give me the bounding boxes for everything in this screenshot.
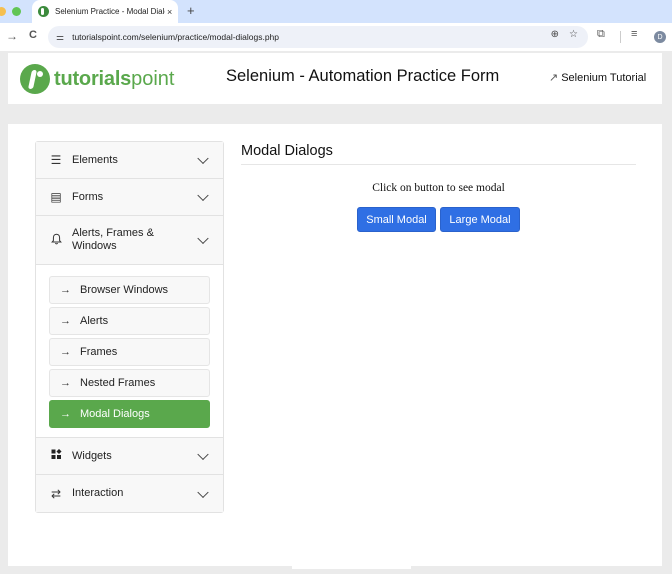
logo-mark-icon: [20, 64, 50, 94]
site-info-icon[interactable]: ⚌: [56, 32, 64, 43]
sidebar-accordion: ☰ Elements ▤ Forms Alerts, Frames & Wind…: [35, 141, 224, 513]
arrow-right-icon: →: [60, 377, 71, 389]
arrow-right-icon: →: [60, 284, 71, 296]
tutorialspoint-logo[interactable]: tutorials point: [20, 64, 174, 94]
arrow-right-icon: →: [60, 408, 71, 420]
media-controls-icon[interactable]: ≡: [631, 28, 637, 40]
bell-icon: [49, 233, 63, 248]
logo-text-light: point: [131, 67, 175, 90]
bottom-strip: [292, 566, 411, 569]
sidebar-section-forms[interactable]: ▤ Forms: [36, 179, 223, 216]
zoom-icon[interactable]: ⊕: [551, 29, 559, 40]
address-bar[interactable]: ⚌ tutorialspoint.com/selenium/practice/m…: [48, 26, 588, 48]
browser-tab[interactable]: Selenium Practice - Modal Dialogs ×: [32, 0, 178, 23]
sidebar-section-label: Alerts, Frames & Windows: [72, 227, 154, 252]
sidebar-section-interaction[interactable]: ⇄ Interaction: [36, 475, 223, 512]
chevron-down-icon: [197, 232, 209, 245]
chevron-down-icon: [197, 189, 209, 202]
page-title: Selenium - Automation Practice Form: [226, 67, 500, 85]
sidebar-section-label: Widgets: [72, 449, 112, 462]
logo-text-bold: tutorials: [54, 67, 132, 90]
extensions-puzzle-icon[interactable]: ⧉: [597, 28, 605, 41]
sidebar-section-alerts-frames-windows[interactable]: Alerts, Frames & Windows: [36, 216, 223, 265]
list-card-icon: ▤: [50, 190, 62, 204]
alerts-frames-windows-panel: → Browser Windows → Alerts → Frames → Ne…: [36, 265, 223, 438]
sidebar-section-label: Interaction: [72, 487, 124, 499]
sidebar-section-label: Forms: [72, 190, 104, 203]
sidebar-item-alerts[interactable]: → Alerts: [49, 307, 210, 335]
sidebar-item-frames[interactable]: → Frames: [49, 338, 210, 366]
small-modal-button[interactable]: Small Modal: [357, 207, 436, 232]
large-modal-button[interactable]: Large Modal: [440, 207, 520, 232]
sidebar-item-nested-frames[interactable]: → Nested Frames: [49, 369, 210, 397]
tab-close-icon[interactable]: ×: [167, 7, 172, 17]
bookmark-star-icon[interactable]: ☆: [569, 29, 578, 40]
sidebar-item-label: Browser Windows: [80, 284, 169, 296]
profile-avatar[interactable]: D: [654, 31, 666, 43]
sidebar-item-label: Alerts: [80, 315, 109, 327]
sidebar-section-label: Elements: [72, 153, 118, 166]
url-text[interactable]: tutorialspoint.com/selenium/practice/mod…: [72, 32, 279, 42]
sidebar-item-modal-dialogs[interactable]: → Modal Dialogs: [49, 400, 210, 428]
sidebar-section-widgets[interactable]: Widgets: [36, 438, 223, 475]
swap-arrows-icon: ⇄: [50, 486, 62, 501]
toolbar-divider: [620, 31, 621, 43]
forward-arrow-icon[interactable]: →: [6, 29, 18, 43]
tutorialspoint-favicon-icon: [38, 6, 49, 17]
tab-title: Selenium Practice - Modal Dialogs: [55, 7, 165, 16]
sidebar-item-label: Frames: [80, 346, 118, 358]
arrow-right-icon: →: [60, 346, 71, 358]
modal-button-group: Small Modal Large Modal: [357, 207, 520, 232]
selenium-tutorial-label: Selenium Tutorial: [561, 71, 647, 84]
external-link-icon: ↗: [549, 72, 559, 84]
window-minimize-button[interactable]: [0, 7, 6, 16]
sidebar-item-label: Nested Frames: [80, 377, 156, 389]
chevron-down-icon: [197, 448, 209, 461]
heading-divider: [241, 164, 636, 165]
instruction-text: Click on button to see modal: [372, 182, 505, 194]
browser-toolbar: → C ⚌ tutorialspoint.com/selenium/practi…: [0, 23, 672, 51]
site-header: tutorials point Selenium - Automation Pra…: [8, 53, 662, 104]
section-heading: Modal Dialogs: [241, 143, 333, 159]
hamburger-icon: ☰: [50, 153, 62, 167]
chevron-down-icon: [197, 152, 209, 165]
chevron-down-icon: [197, 486, 209, 498]
arrow-right-icon: →: [60, 315, 71, 327]
selenium-tutorial-link[interactable]: ↗ Selenium Tutorial: [549, 71, 647, 85]
browser-tab-strip: Selenium Practice - Modal Dialogs × +: [0, 0, 672, 23]
sidebar-item-label: Modal Dialogs: [80, 408, 150, 420]
window-maximize-button[interactable]: [12, 7, 21, 16]
reload-icon[interactable]: C: [29, 29, 37, 41]
sidebar-section-elements[interactable]: ☰ Elements: [36, 142, 223, 179]
new-tab-button[interactable]: +: [187, 3, 195, 18]
widgets-icon: [49, 448, 63, 463]
sidebar-item-browser-windows[interactable]: → Browser Windows: [49, 276, 210, 304]
